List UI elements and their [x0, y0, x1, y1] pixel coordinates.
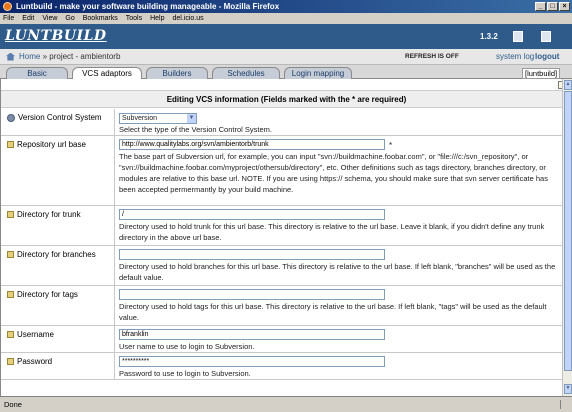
- field-label: Password: [1, 353, 115, 379]
- form-row-password: Password ********** Password to use to l…: [1, 353, 569, 380]
- menu-edit[interactable]: Edit: [22, 15, 34, 22]
- scrollbar-thumb[interactable]: [564, 91, 572, 371]
- properties-icon[interactable]: [541, 31, 551, 42]
- field-icon: [7, 291, 14, 298]
- toolbar-row: [1, 79, 572, 91]
- help-book-icon[interactable]: [513, 31, 523, 42]
- chevron-down-icon: ▼: [187, 114, 196, 123]
- username-input[interactable]: bfranklin: [119, 329, 385, 340]
- field-help: Directory used to hold branches for this…: [119, 262, 556, 282]
- vcs-select[interactable]: Subversion ▼: [119, 113, 197, 124]
- window-controls: _ □ ×: [535, 2, 570, 11]
- menu-file[interactable]: File: [3, 15, 14, 22]
- menu-view[interactable]: View: [42, 15, 57, 22]
- breadcrumb-home[interactable]: Home: [19, 52, 40, 61]
- tab-schedules[interactable]: Schedules: [212, 67, 280, 79]
- field-icon: [7, 141, 14, 148]
- tab-basic[interactable]: Basic: [6, 67, 68, 79]
- logout-link[interactable]: logout: [535, 52, 559, 61]
- field-label: Repository url base: [1, 136, 115, 205]
- vertical-scrollbar[interactable]: ▲ ▼: [562, 79, 572, 396]
- field-label: Directory for tags: [1, 286, 115, 325]
- tab-bar: Basic VCS adaptors Builders Schedules Lo…: [0, 65, 572, 80]
- repository-url-input[interactable]: http://www.qualitylabs.org/svn/ambientor…: [119, 139, 385, 150]
- field-help: Password to use to login to Subversion.: [119, 369, 251, 378]
- tab-builders[interactable]: Builders: [146, 67, 208, 79]
- field-help: User name to use to login to Subversion.: [119, 342, 255, 351]
- status-text: Done: [4, 400, 22, 409]
- field-help: Directory used to hold tags for this url…: [119, 302, 547, 322]
- status-bar: Done: [0, 396, 572, 412]
- breadcrumb-project: project - ambientorb: [49, 52, 121, 61]
- form-title: Editing VCS information (Fields marked w…: [1, 91, 572, 108]
- firefox-icon: [3, 2, 12, 11]
- app-header: LUNTBUILD 1.3.2: [0, 24, 572, 49]
- refresh-status[interactable]: REFRESH IS OFF: [405, 53, 459, 60]
- field-label: Username: [1, 326, 115, 352]
- menu-bar: File Edit View Go Bookmarks Tools Help d…: [0, 13, 572, 24]
- breadcrumb-bar: Home » project - ambientorb REFRESH IS O…: [0, 49, 572, 65]
- field-help: Select the type of the Version Control S…: [119, 125, 272, 134]
- field-label: Version Control System: [1, 109, 115, 135]
- tab-login-mapping[interactable]: Login mapping: [284, 67, 352, 79]
- form-row-username: Username bfranklin User name to use to l…: [1, 326, 569, 353]
- field-icon: [7, 211, 14, 218]
- version-label: 1.3.2: [480, 32, 498, 41]
- breadcrumb-separator: »: [42, 52, 48, 61]
- field-help: The base part of Subversion url, for exa…: [119, 152, 548, 194]
- minimize-button[interactable]: _: [535, 2, 546, 11]
- form-row-branches: Directory for branches Directory used to…: [1, 246, 569, 286]
- tags-directory-input[interactable]: [119, 289, 385, 300]
- project-tag: [luntbuild]: [522, 68, 561, 79]
- vcs-icon: [7, 114, 15, 122]
- password-input[interactable]: **********: [119, 356, 385, 367]
- home-icon[interactable]: [6, 52, 15, 61]
- window-titlebar: Luntbuild - make your software building …: [0, 0, 572, 13]
- field-icon: [7, 358, 14, 365]
- breadcrumb: Home » project - ambientorb: [6, 52, 120, 61]
- field-label: Directory for branches: [1, 246, 115, 285]
- field-icon: [7, 251, 14, 258]
- luntbuild-logo[interactable]: LUNTBUILD: [5, 28, 107, 44]
- trunk-directory-input[interactable]: /: [119, 209, 385, 220]
- maximize-button[interactable]: □: [547, 2, 558, 11]
- field-icon: [7, 331, 14, 338]
- menu-go[interactable]: Go: [65, 15, 74, 22]
- form-row-tags: Directory for tags Directory used to hol…: [1, 286, 569, 326]
- main-content: Editing VCS information (Fields marked w…: [0, 79, 572, 396]
- branches-directory-input[interactable]: [119, 249, 385, 260]
- window-title: Luntbuild - make your software building …: [16, 2, 280, 11]
- menu-tools[interactable]: Tools: [126, 15, 142, 22]
- field-help: Directory used to hold trunk for this ur…: [119, 222, 545, 242]
- form-row-vcs: Version Control System Subversion ▼ Sele…: [1, 109, 569, 136]
- system-log-link[interactable]: system log: [496, 52, 534, 61]
- menu-help[interactable]: Help: [150, 15, 164, 22]
- form-row-trunk: Directory for trunk / Directory used to …: [1, 206, 569, 246]
- resize-grip-icon[interactable]: [560, 400, 569, 409]
- scroll-down-icon[interactable]: ▼: [564, 384, 572, 394]
- menu-delicious[interactable]: del.icio.us: [173, 15, 204, 22]
- required-mark: *: [389, 141, 393, 150]
- close-button[interactable]: ×: [559, 2, 570, 11]
- scroll-up-icon[interactable]: ▲: [564, 80, 572, 90]
- field-label: Directory for trunk: [1, 206, 115, 245]
- form-row-repository: Repository url base http://www.qualityla…: [1, 136, 569, 206]
- menu-bookmarks[interactable]: Bookmarks: [83, 15, 118, 22]
